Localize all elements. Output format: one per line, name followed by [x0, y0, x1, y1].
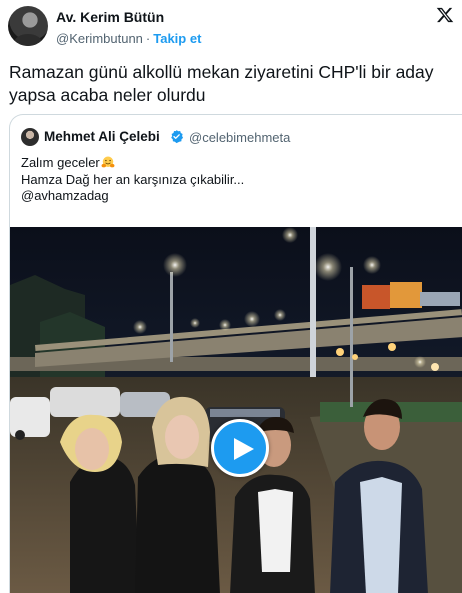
x-logo-icon[interactable] — [436, 6, 454, 24]
author-name[interactable]: Av. Kerim Bütün — [56, 9, 164, 25]
quoted-line-1: Zalım geceler — [21, 155, 244, 172]
play-icon — [234, 438, 254, 460]
quoted-author-name: Mehmet Ali Çelebi — [44, 129, 160, 144]
author-avatar[interactable] — [8, 6, 48, 46]
separator-dot: · — [145, 31, 151, 46]
night-street-scene — [10, 227, 462, 593]
quoted-author-avatar — [21, 128, 39, 146]
quoted-mention-link[interactable]: @avhamzadag — [21, 188, 244, 205]
tweet-text: Ramazan günü alkollü mekan ziyaretini CH… — [9, 62, 434, 105]
hugging-face-icon — [101, 156, 115, 168]
video-thumbnail[interactable] — [10, 227, 462, 593]
play-button[interactable] — [211, 419, 269, 477]
quoted-line-1-text: Zalım geceler — [21, 155, 100, 170]
author-handle[interactable]: @Kerimbutunn — [56, 31, 143, 46]
quoted-line-2: Hamza Dağ her an karşınıza çıkabilir... — [21, 171, 245, 187]
quoted-tweet-card[interactable]: Mehmet Ali Çelebi @celebimehmeta Zalım g… — [9, 114, 462, 593]
verified-badge-icon — [171, 129, 184, 144]
avatar-silhouette — [14, 34, 42, 46]
follow-link[interactable]: Takip et — [153, 31, 201, 46]
quoted-author-handle: @celebimehmeta — [189, 130, 291, 145]
author-handle-row: @Kerimbutunn · Takip et — [56, 31, 201, 46]
quoted-tweet-text: Zalım geceler Hamza Dağ her an karşınıza… — [21, 155, 244, 205]
tweet-header: Av. Kerim Bütün @Kerimbutunn · Takip et — [0, 0, 462, 52]
